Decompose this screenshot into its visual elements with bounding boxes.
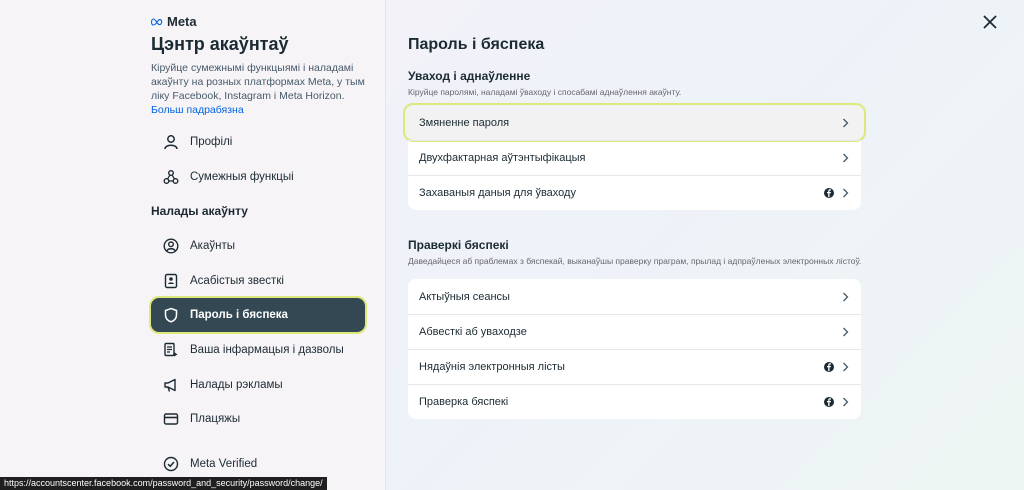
chevron-right-icon [842,327,849,337]
sidebar-item-accounts[interactable]: Акаўнты [151,229,365,263]
connected-features-icon [162,168,180,186]
sidebar: Meta Цэнтр акаўнтаў Кіруйце сумежнымі фу… [0,0,386,490]
sidebar-item-label: Налады рэкламы [190,379,283,391]
security-checks-heading: Праверкі бяспекі [408,238,509,252]
change-password-row[interactable]: Змяненне пароля [405,105,864,140]
meta-infinity-icon [151,17,163,26]
meta-brand-text: Meta [167,14,197,29]
facebook-icon [824,362,834,372]
row-label: Актыўныя сеансы [419,290,510,303]
sidebar-item-password-security[interactable]: Пароль і бяспека [151,298,365,332]
chevron-right-icon [842,397,849,407]
account-settings-heading: Налады акаўнту [151,204,248,218]
info-permissions-icon [162,341,180,359]
profile-icon [162,133,180,151]
row-label: Змяненне пароля [419,116,510,129]
sidebar-item-info-permissions[interactable]: Ваша інфармацыя і дазволы [151,333,365,367]
sidebar-item-label: Плацяжы [190,413,241,425]
sidebar-item-label: Сумежныя функцыі [190,171,294,183]
active-sessions-row[interactable]: Актыўныя сеансы [408,279,861,314]
row-label: Захаваныя даныя для ўваходу [419,187,576,199]
sidebar-item-profiles[interactable]: Профілі [151,125,365,159]
row-label: Абвесткі аб уваходзе [419,326,527,338]
sidebar-item-label: Профілі [190,136,233,148]
sidebar-description: Кіруйце сумежнымі функцыямі і наладамі а… [151,61,373,117]
sidebar-item-payments[interactable]: Плацяжы [151,402,365,436]
status-bar-url: https://accountscenter.facebook.com/pass… [0,477,327,490]
sidebar-item-meta-verified[interactable]: Meta Verified [151,447,365,481]
sidebar-item-label: Ваша інфармацыя і дазволы [190,344,344,356]
sidebar-item-label: Meta Verified [190,458,258,470]
login-recovery-subtitle: Кіруйце паролямі, наладамі ўваходу і спо… [408,87,682,97]
verified-icon [162,455,180,473]
chevron-right-icon [842,153,849,163]
two-factor-auth-row[interactable]: Двухфактарная аўтэнтыфікацыя [408,140,861,175]
card-icon [162,410,180,428]
sidebar-item-connected-features[interactable]: Сумежныя функцыі [151,160,365,194]
login-recovery-card: Змяненне пароля Двухфактарная аўтэнтыфік… [405,105,864,210]
megaphone-icon [162,376,180,394]
sidebar-description-text: Кіруйце сумежнымі функцыямі і наладамі а… [151,62,365,102]
security-checks-subtitle: Даведайцеся аб праблемах з бяспекай, вык… [408,256,862,266]
chevron-right-icon [842,362,849,372]
row-label: Двухфактарная аўтэнтыфікацыя [419,152,586,164]
recent-emails-row[interactable]: Нядаўнія электронныя лісты [408,349,861,384]
sidebar-item-label: Пароль і бяспека [190,309,288,321]
shield-icon [162,306,180,324]
id-card-icon [162,272,180,290]
sidebar-title: Цэнтр акаўнтаў [151,34,289,54]
chevron-right-icon [842,292,849,302]
chevron-right-icon [842,188,849,198]
row-label: Праверка бяспекі [419,396,509,408]
login-recovery-heading: Уваход і аднаўленне [408,69,531,83]
row-label: Нядаўнія электронныя лісты [419,361,565,373]
chevron-right-icon [842,118,849,128]
facebook-icon [824,397,834,407]
sidebar-item-label: Акаўнты [190,240,235,252]
meta-logo: Meta [151,14,197,29]
login-alerts-row[interactable]: Абвесткі аб уваходзе [408,314,861,349]
sidebar-item-ad-preferences[interactable]: Налады рэкламы [151,368,365,402]
learn-more-link[interactable]: Больш падрабязна [151,103,373,117]
saved-login-row[interactable]: Захаваныя даныя для ўваходу [408,175,861,210]
security-checkup-row[interactable]: Праверка бяспекі [408,384,861,419]
facebook-icon [824,188,834,198]
account-icon [162,237,180,255]
sidebar-item-label: Асабістыя звесткі [190,275,284,287]
page-title: Пароль і бяспека [408,36,545,53]
close-icon[interactable] [982,14,998,30]
security-checks-card: Актыўныя сеансы Абвесткі аб уваходзе Няд… [408,279,861,419]
sidebar-item-personal-details[interactable]: Асабістыя звесткі [151,264,365,298]
